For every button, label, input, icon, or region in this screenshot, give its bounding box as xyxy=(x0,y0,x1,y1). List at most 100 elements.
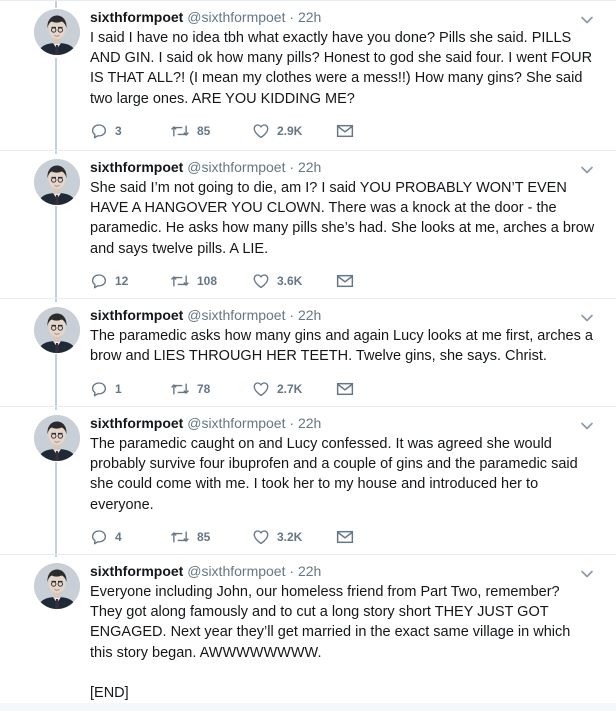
timestamp[interactable]: 22h xyxy=(298,415,321,431)
direct-message-button[interactable] xyxy=(336,528,366,546)
reply-button[interactable]: 4 xyxy=(90,528,170,546)
chevron-down-icon[interactable] xyxy=(580,419,594,433)
chevron-down-icon[interactable] xyxy=(580,13,594,27)
reply-icon xyxy=(90,122,108,140)
like-count: 3.2K xyxy=(277,529,303,544)
separator-dot: · xyxy=(289,9,295,25)
author-name[interactable]: sixthformpoet xyxy=(90,9,183,25)
tweet-content: sixthformpoet @sixthformpoet · 22h The p… xyxy=(90,305,595,398)
retweet-count: 85 xyxy=(197,123,211,138)
avatar[interactable] xyxy=(34,159,80,205)
reply-button[interactable]: 1 xyxy=(90,380,170,398)
retweet-button[interactable]: 85 xyxy=(170,122,252,140)
timestamp[interactable]: 22h xyxy=(298,9,321,25)
separator-dot: · xyxy=(289,415,295,431)
reply-button[interactable]: 12 xyxy=(90,272,170,290)
avatar[interactable] xyxy=(34,563,80,609)
tweet-paragraph: I said I have no idea tbh what exactly h… xyxy=(90,30,593,107)
separator-dot: · xyxy=(289,307,295,323)
separator-dot: · xyxy=(289,159,295,175)
tweet-paragraph: [END] xyxy=(90,684,129,701)
timestamp[interactable]: 22h xyxy=(298,563,321,579)
like-button[interactable]: 3.2K xyxy=(252,528,336,546)
chevron-down-icon[interactable] xyxy=(580,567,594,581)
retweet-count: 85 xyxy=(197,529,211,544)
author-handle[interactable]: @sixthformpoet xyxy=(187,307,285,323)
chevron-down-icon[interactable] xyxy=(580,311,594,325)
tweet-paragraph: The paramedic asks how many gins and aga… xyxy=(90,328,593,365)
tweet-actions: 3 85 2.9K xyxy=(90,122,595,140)
retweet-button[interactable]: 85 xyxy=(170,528,252,546)
reply-icon xyxy=(90,272,108,290)
tweet-content: sixthformpoet @sixthformpoet · 22h She s… xyxy=(90,157,595,290)
reply-icon xyxy=(90,380,108,398)
tweet-text: Everyone including John, our homeless fr… xyxy=(90,582,595,703)
like-count: 2.9K xyxy=(277,123,303,138)
tweet-paragraph: Everyone including John, our homeless fr… xyxy=(90,584,571,661)
separator-dot: · xyxy=(289,563,295,579)
timestamp[interactable]: 22h xyxy=(298,307,321,323)
direct-message-button[interactable] xyxy=(336,380,366,398)
tweet-text: The paramedic asks how many gins and aga… xyxy=(90,326,595,366)
reply-count: 12 xyxy=(115,273,129,288)
reply-icon xyxy=(90,528,108,546)
chevron-down-icon[interactable] xyxy=(580,163,594,177)
tweet-paragraph: She said I’m not going to die, am I? I s… xyxy=(90,180,595,257)
like-button[interactable]: 2.7K xyxy=(252,380,336,398)
author-name[interactable]: sixthformpoet xyxy=(90,159,183,175)
avatar[interactable] xyxy=(34,9,80,55)
envelope-icon xyxy=(336,123,354,139)
author-handle[interactable]: @sixthformpoet xyxy=(187,9,285,25)
like-button[interactable]: 2.9K xyxy=(252,122,336,140)
envelope-icon xyxy=(336,381,354,397)
reply-button[interactable]: 3 xyxy=(90,122,170,140)
tweet-text: She said I’m not going to die, am I? I s… xyxy=(90,178,595,259)
tweet-text: The paramedic caught on and Lucy confess… xyxy=(90,434,595,515)
envelope-icon xyxy=(336,273,354,289)
retweet-icon xyxy=(170,380,190,398)
reply-count: 1 xyxy=(115,382,122,397)
direct-message-button[interactable] xyxy=(336,272,366,290)
author-handle[interactable]: @sixthformpoet xyxy=(187,563,285,579)
direct-message-button[interactable] xyxy=(336,122,366,140)
tweet-header: sixthformpoet @sixthformpoet · 22h xyxy=(90,7,595,27)
retweet-icon xyxy=(170,272,190,290)
tweet-content: sixthformpoet @sixthformpoet · 22h Every… xyxy=(90,561,595,703)
heart-icon xyxy=(252,380,270,398)
heart-icon xyxy=(252,122,270,140)
reply-count: 4 xyxy=(115,529,122,544)
tweet[interactable]: sixthformpoet @sixthformpoet · 22h I sai… xyxy=(0,0,616,150)
avatar[interactable] xyxy=(34,415,80,461)
author-handle[interactable]: @sixthformpoet xyxy=(187,415,285,431)
like-button[interactable]: 3.6K xyxy=(252,272,336,290)
timestamp[interactable]: 22h xyxy=(298,159,321,175)
tweet[interactable]: sixthformpoet @sixthformpoet · 22h She s… xyxy=(0,150,616,298)
tweet-header: sixthformpoet @sixthformpoet · 22h xyxy=(90,305,595,325)
retweet-button[interactable]: 108 xyxy=(170,272,252,290)
author-handle[interactable]: @sixthformpoet xyxy=(187,159,285,175)
tweet-actions: 12 108 3.6K xyxy=(90,272,595,290)
tweet-content: sixthformpoet @sixthformpoet · 22h The p… xyxy=(90,413,595,546)
tweet-actions: 1 78 2.7K xyxy=(90,380,595,398)
author-name[interactable]: sixthformpoet xyxy=(90,563,183,579)
author-name[interactable]: sixthformpoet xyxy=(90,415,183,431)
like-count: 2.7K xyxy=(277,382,303,397)
heart-icon xyxy=(252,528,270,546)
tweet-header: sixthformpoet @sixthformpoet · 22h xyxy=(90,413,595,433)
tweet[interactable]: sixthformpoet @sixthformpoet · 22h Every… xyxy=(0,554,616,703)
tweet-header: sixthformpoet @sixthformpoet · 22h xyxy=(90,157,595,177)
heart-icon xyxy=(252,272,270,290)
retweet-button[interactable]: 78 xyxy=(170,380,252,398)
tweet-actions: 4 85 3.2K xyxy=(90,528,595,546)
retweet-icon xyxy=(170,122,190,140)
bottom-edge xyxy=(0,703,616,711)
avatar[interactable] xyxy=(34,307,80,353)
tweet[interactable]: sixthformpoet @sixthformpoet · 22h The p… xyxy=(0,406,616,554)
retweet-count: 78 xyxy=(197,382,211,397)
envelope-icon xyxy=(336,529,354,545)
author-name[interactable]: sixthformpoet xyxy=(90,307,183,323)
reply-count: 3 xyxy=(115,123,122,138)
tweet-content: sixthformpoet @sixthformpoet · 22h I sai… xyxy=(90,7,595,140)
tweet[interactable]: sixthformpoet @sixthformpoet · 22h The p… xyxy=(0,298,616,406)
tweet-text: I said I have no idea tbh what exactly h… xyxy=(90,28,595,109)
